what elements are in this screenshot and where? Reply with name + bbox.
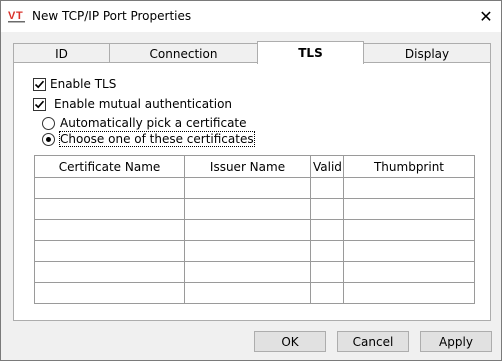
table-cell: [34, 240, 185, 262]
checkmark-icon: [34, 100, 45, 108]
table-header-row: Certificate Name Issuer Name Valid Thumb…: [34, 155, 475, 178]
table-cell: [310, 261, 344, 283]
svg-text:V: V: [8, 10, 16, 22]
auto-pick-label: Automatically pick a certificate: [60, 116, 247, 130]
apply-button[interactable]: Apply: [420, 331, 492, 352]
choose-one-radio[interactable]: Choose one of these certificates: [42, 131, 255, 147]
enable-tls-checkbox[interactable]: Enable TLS: [33, 77, 116, 91]
table-cell: [310, 177, 344, 199]
table-row[interactable]: [34, 177, 475, 199]
table-cell: [310, 240, 344, 262]
choose-one-label: Choose one of these certificates: [59, 131, 255, 147]
table-cell: [343, 282, 475, 304]
apply-button-label: Apply: [439, 334, 473, 349]
table-cell: [34, 219, 185, 241]
table-cell: [343, 240, 475, 262]
column-header-thumbprint[interactable]: Thumbprint: [343, 155, 475, 178]
table-cell: [34, 198, 185, 220]
table-cell: [343, 219, 475, 241]
column-header-issuer-name[interactable]: Issuer Name: [184, 155, 311, 178]
cancel-button[interactable]: Cancel: [337, 331, 409, 352]
table-cell: [184, 177, 311, 199]
enable-tls-label: Enable TLS: [50, 77, 117, 91]
table-cell: [184, 282, 311, 304]
tab-label: Connection: [149, 46, 218, 61]
close-button[interactable]: ✕: [471, 1, 501, 32]
radio-button[interactable]: [42, 116, 55, 130]
table-cell: [343, 198, 475, 220]
tab-display[interactable]: Display: [363, 43, 491, 63]
tab-label: ID: [55, 46, 68, 61]
column-header-certificate-name[interactable]: Certificate Name: [34, 155, 185, 178]
ok-button-label: OK: [281, 334, 299, 349]
vt-logo-icon: V T: [8, 10, 25, 23]
table-cell: [184, 240, 311, 262]
table-cell: [184, 219, 311, 241]
table-cell: [343, 261, 475, 283]
close-icon: ✕: [479, 7, 493, 26]
table-row[interactable]: [34, 261, 475, 283]
checkbox-box[interactable]: [33, 77, 46, 91]
mutual-auth-checkbox[interactable]: Enable mutual authentication: [33, 97, 232, 111]
table-cell: [310, 219, 344, 241]
table-cell: [34, 261, 185, 283]
tls-tab-panel: Enable TLS Enable mutual authentication …: [13, 62, 491, 321]
table-cell: [34, 282, 185, 304]
auto-pick-radio[interactable]: Automatically pick a certificate: [42, 116, 247, 130]
tab-id[interactable]: ID: [13, 43, 110, 63]
mutual-auth-label: Enable mutual authentication: [54, 97, 233, 111]
table-cell: [343, 177, 475, 199]
cancel-button-label: Cancel: [352, 334, 394, 349]
ok-button[interactable]: OK: [254, 331, 326, 352]
table-cell: [310, 198, 344, 220]
table-row[interactable]: [34, 240, 475, 262]
table-row[interactable]: [34, 282, 475, 304]
tab-label: TLS: [298, 46, 323, 60]
tab-tls[interactable]: TLS: [257, 41, 364, 64]
table-row[interactable]: [34, 198, 475, 220]
radio-button-selected[interactable]: [42, 132, 55, 146]
title-bar[interactable]: V T New TCP/IP Port Properties ✕: [1, 1, 501, 32]
table-cell: [310, 282, 344, 304]
window-title: New TCP/IP Port Properties: [32, 9, 192, 23]
table-cell: [34, 177, 185, 199]
certificate-table[interactable]: Certificate Name Issuer Name Valid Thumb…: [34, 155, 475, 304]
tab-label: Display: [404, 46, 450, 61]
column-header-valid[interactable]: Valid: [310, 155, 344, 178]
table-cell: [184, 198, 311, 220]
table-cell: [184, 261, 311, 283]
checkmark-icon: [34, 80, 45, 88]
svg-text:T: T: [16, 10, 23, 22]
table-row[interactable]: [34, 219, 475, 241]
dialog-window: V T New TCP/IP Port Properties ✕ ID Conn…: [0, 0, 502, 361]
tab-connection[interactable]: Connection: [109, 43, 258, 63]
checkbox-box[interactable]: [33, 97, 46, 111]
